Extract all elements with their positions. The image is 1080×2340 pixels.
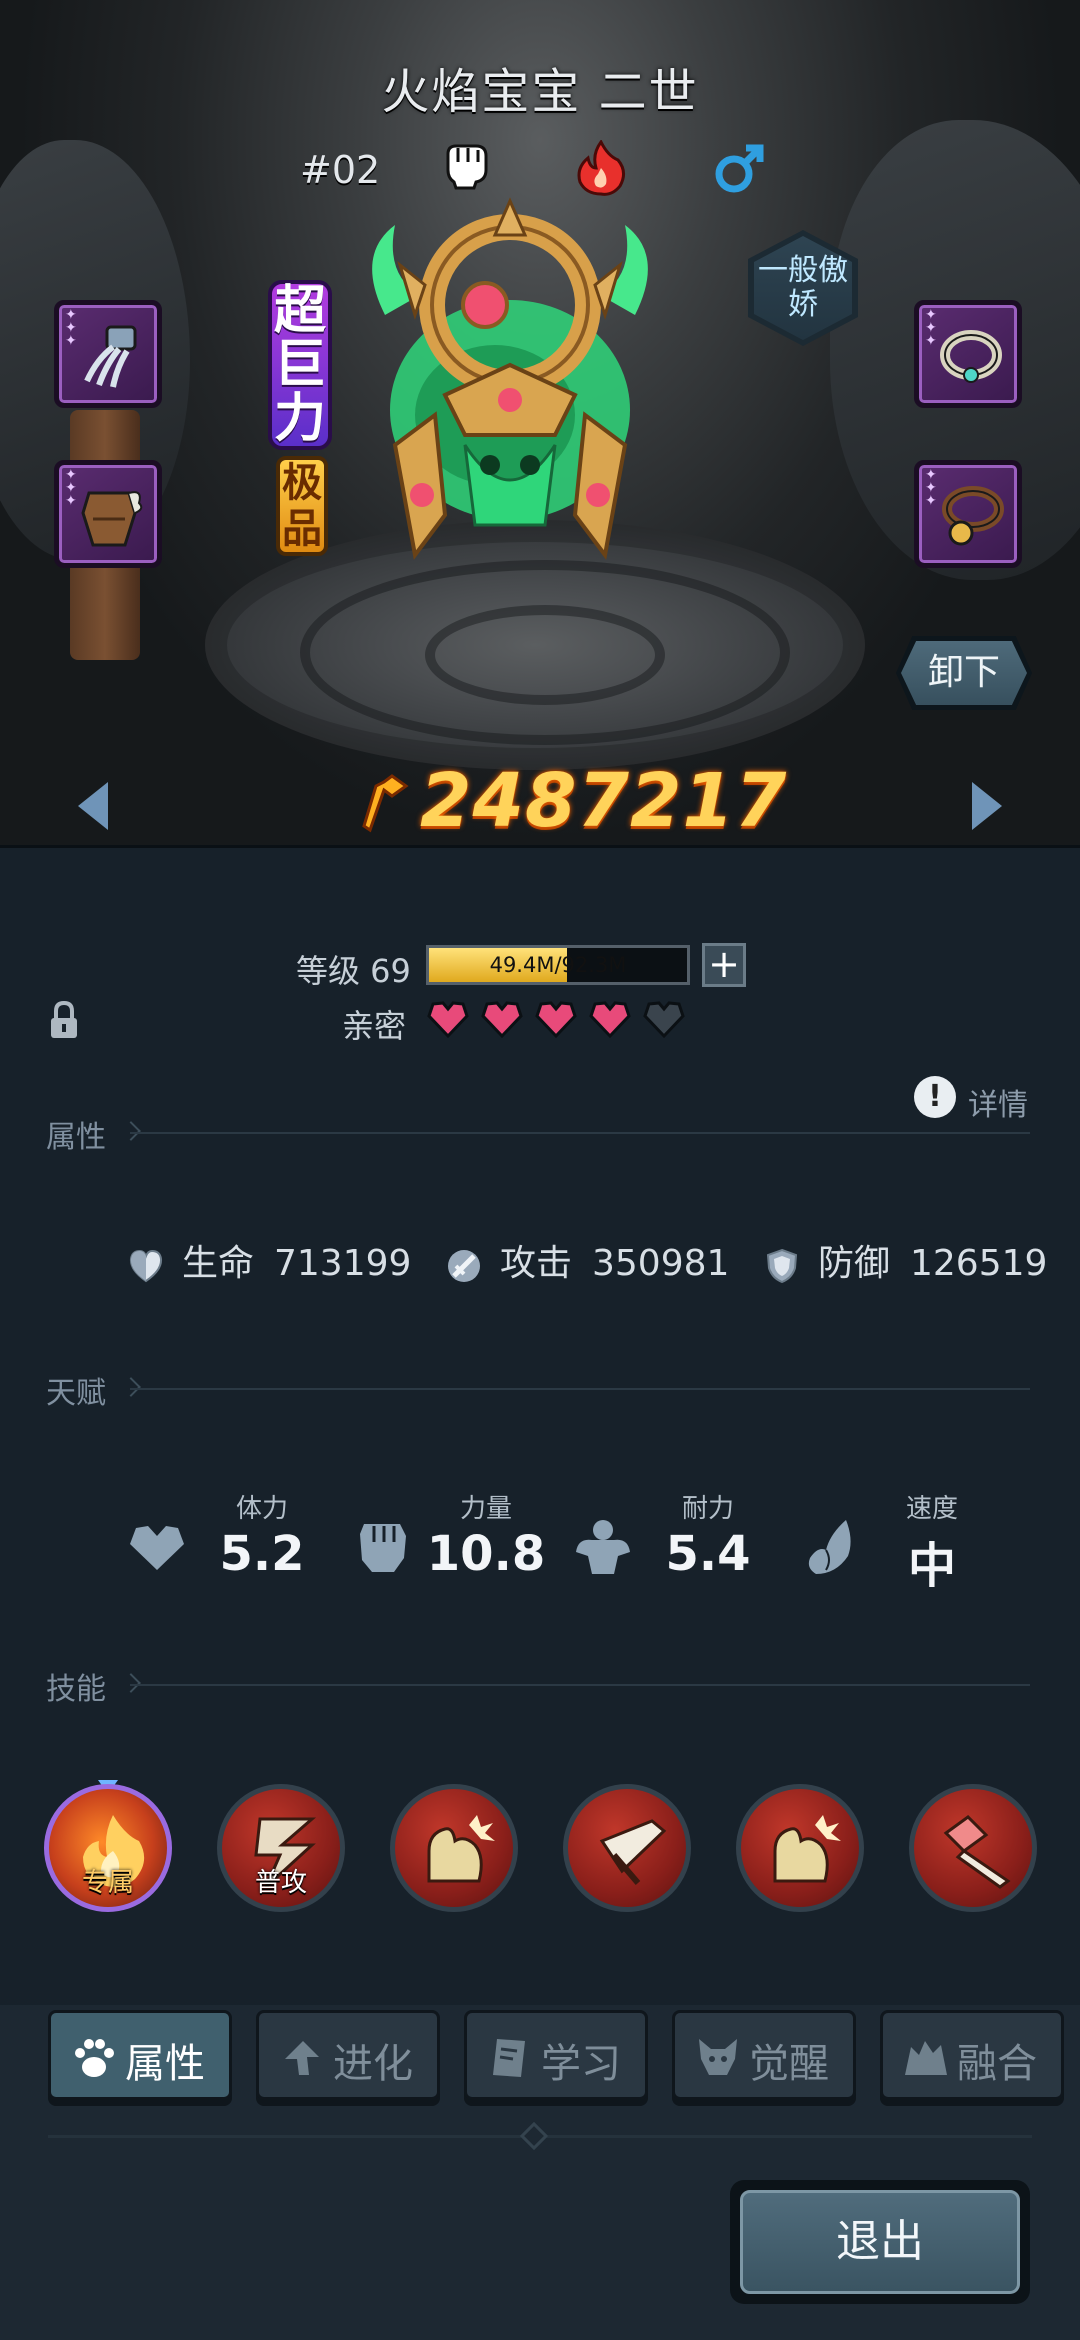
tab-learn[interactable]: 学习 [464,2010,648,2100]
skill-slot-2[interactable]: 普攻 [217,1784,345,1912]
fist-icon[interactable] [440,140,492,192]
info-exclamation-icon[interactable]: ! [914,1076,956,1118]
lock-icon[interactable] [48,1000,80,1040]
section-attributes-label: 属性 [46,1120,106,1155]
fist-icon [360,1524,406,1572]
intimacy-heart-icon [427,1001,469,1038]
stat-defense-label: 防御 [818,1243,891,1284]
skill-slot-1[interactable]: 专属 [44,1784,172,1912]
talent-speed-label: 速度 [905,1494,958,1524]
equipment-slot-right-2[interactable]: ✦ ✦ ✦ [914,460,1022,568]
heart-icon [130,1526,184,1570]
claw-gauntlet-icon [84,325,137,388]
sword-strike-icon [599,1819,667,1885]
skill-tag-exclusive: 专属 [81,1868,134,1898]
shield-icon [766,1248,798,1284]
fire-element-icon[interactable] [574,140,628,196]
level-label: 等级 69 [296,952,411,990]
muscle-icon [576,1520,630,1574]
tab-attributes[interactable]: 属性 [48,2010,232,2100]
book-icon [493,2039,525,2077]
talent-endurance-value: 5.4 [665,1526,751,1582]
intimacy-heart-icon [481,1001,523,1038]
talent-endurance: 耐力 5.4 [572,1488,772,1588]
pet-creature-image[interactable] [325,195,695,585]
stat-hp-label: 生命 [182,1243,255,1284]
sword-icon [448,1250,480,1282]
evolve-arrow-icon [285,2041,319,2075]
bell-collar-icon [942,486,1004,546]
section-divider [130,1388,1030,1390]
talent-endurance-label: 耐力 [681,1494,734,1524]
talent-speed-value: 中 [907,1538,956,1594]
combat-power-value: 2487217 [420,758,788,844]
tab-learn-label: 学习 [541,2041,621,2087]
xp-text: 49.4M/92.3M [489,953,627,977]
tab-fusion[interactable]: 融合 [880,2010,1064,2100]
equipment-slot-right-1[interactable]: ✦ ✦ ✦ [914,300,1022,408]
pet-number: #02 [300,148,381,192]
talent-speed: 速度 中 [796,1488,996,1594]
pet-showcase-scene: 火焰宝宝 二世 #02 ✦ ✦ ✦ ✦ ✦ ✦ ✦ ✦ ✦ ✦ ✦ ✦ 超巨力 … [0,0,1080,845]
level-up-plus-button[interactable]: + [702,943,746,987]
xp-bar: 49.4M/92.3M [426,945,690,985]
stat-attack-label: 攻击 [500,1243,573,1284]
male-gender-icon[interactable] [712,140,768,196]
tab-evolve[interactable]: 进化 [256,2010,440,2100]
tab-evolve-label: 进化 [333,2041,413,2087]
unequip-button[interactable]: 卸下 [896,636,1032,710]
intimacy-heart-icon [535,1001,577,1038]
section-divider [130,1684,1030,1686]
quality-badge: 极品 [276,456,328,556]
details-link[interactable]: 详情 [968,1080,1028,1124]
strength-buff-icon [773,1815,841,1883]
wing-icon [808,1520,851,1574]
skill-slot-5[interactable] [736,1784,864,1912]
next-pet-arrow-icon[interactable] [972,782,1002,830]
skill-slot-6[interactable] [909,1784,1037,1912]
strength-buff-icon [427,1815,495,1883]
unequip-label: 卸下 [901,641,1027,705]
talent-strength: 力量 10.8 [350,1488,550,1588]
crystal-sword-icon [943,1815,1011,1889]
leather-armor-icon [81,491,143,547]
stat-attack-value: 350981 [592,1243,730,1284]
combat-power-icon [362,774,409,833]
rank-badge: 超巨力 [268,280,332,450]
intimacy-heart-icon [643,1001,685,1038]
section-divider [130,1132,1030,1134]
equipment-slot-left-2[interactable]: ✦ ✦ ✦ [54,460,162,568]
skill-slot-3[interactable] [390,1784,518,1912]
heart-shield-icon [129,1249,163,1283]
collar-icon [940,330,1002,383]
tab-attributes-label: 属性 [125,2041,205,2087]
equipment-slot-left-1[interactable]: ✦ ✦ ✦ [54,300,162,408]
talent-stamina-value: 5.2 [219,1526,305,1582]
tab-fusion-label: 融合 [957,2041,1037,2087]
personality-label: 一般傲娇 [754,236,852,340]
talent-stamina: 体力 5.2 [126,1488,326,1588]
pet-name: 火焰宝宝 二世 [381,64,699,120]
tab-awaken[interactable]: 觉醒 [672,2010,856,2100]
prev-pet-arrow-icon[interactable] [78,782,108,830]
stat-hp-value: 713199 [274,1243,412,1284]
section-skills-label: 技能 [46,1672,106,1707]
fusion-icon [905,2041,947,2075]
section-talent-label: 天赋 [46,1376,106,1411]
pet-detail-screen: 火焰宝宝 二世 #02 ✦ ✦ ✦ ✦ ✦ ✦ ✦ ✦ ✦ ✦ ✦ ✦ 超巨力 … [0,0,1080,2340]
skill-tag-basic-attack: 普攻 [254,1868,307,1898]
beast-head-icon [699,2039,737,2075]
talent-strength-value: 10.8 [426,1526,546,1582]
talent-strength-label: 力量 [459,1494,512,1524]
stat-defense-value: 126519 [910,1243,1048,1284]
intimacy-label: 亲密 [342,1007,407,1045]
intimacy-heart-icon [589,1001,631,1038]
tab-awaken-label: 觉醒 [749,2041,829,2087]
exit-button[interactable]: 退出 [730,2180,1030,2304]
skill-slot-4[interactable] [563,1784,691,1912]
exit-label: 退出 [740,2190,1020,2294]
paw-icon [75,2039,114,2077]
talent-stamina-label: 体力 [235,1494,288,1524]
